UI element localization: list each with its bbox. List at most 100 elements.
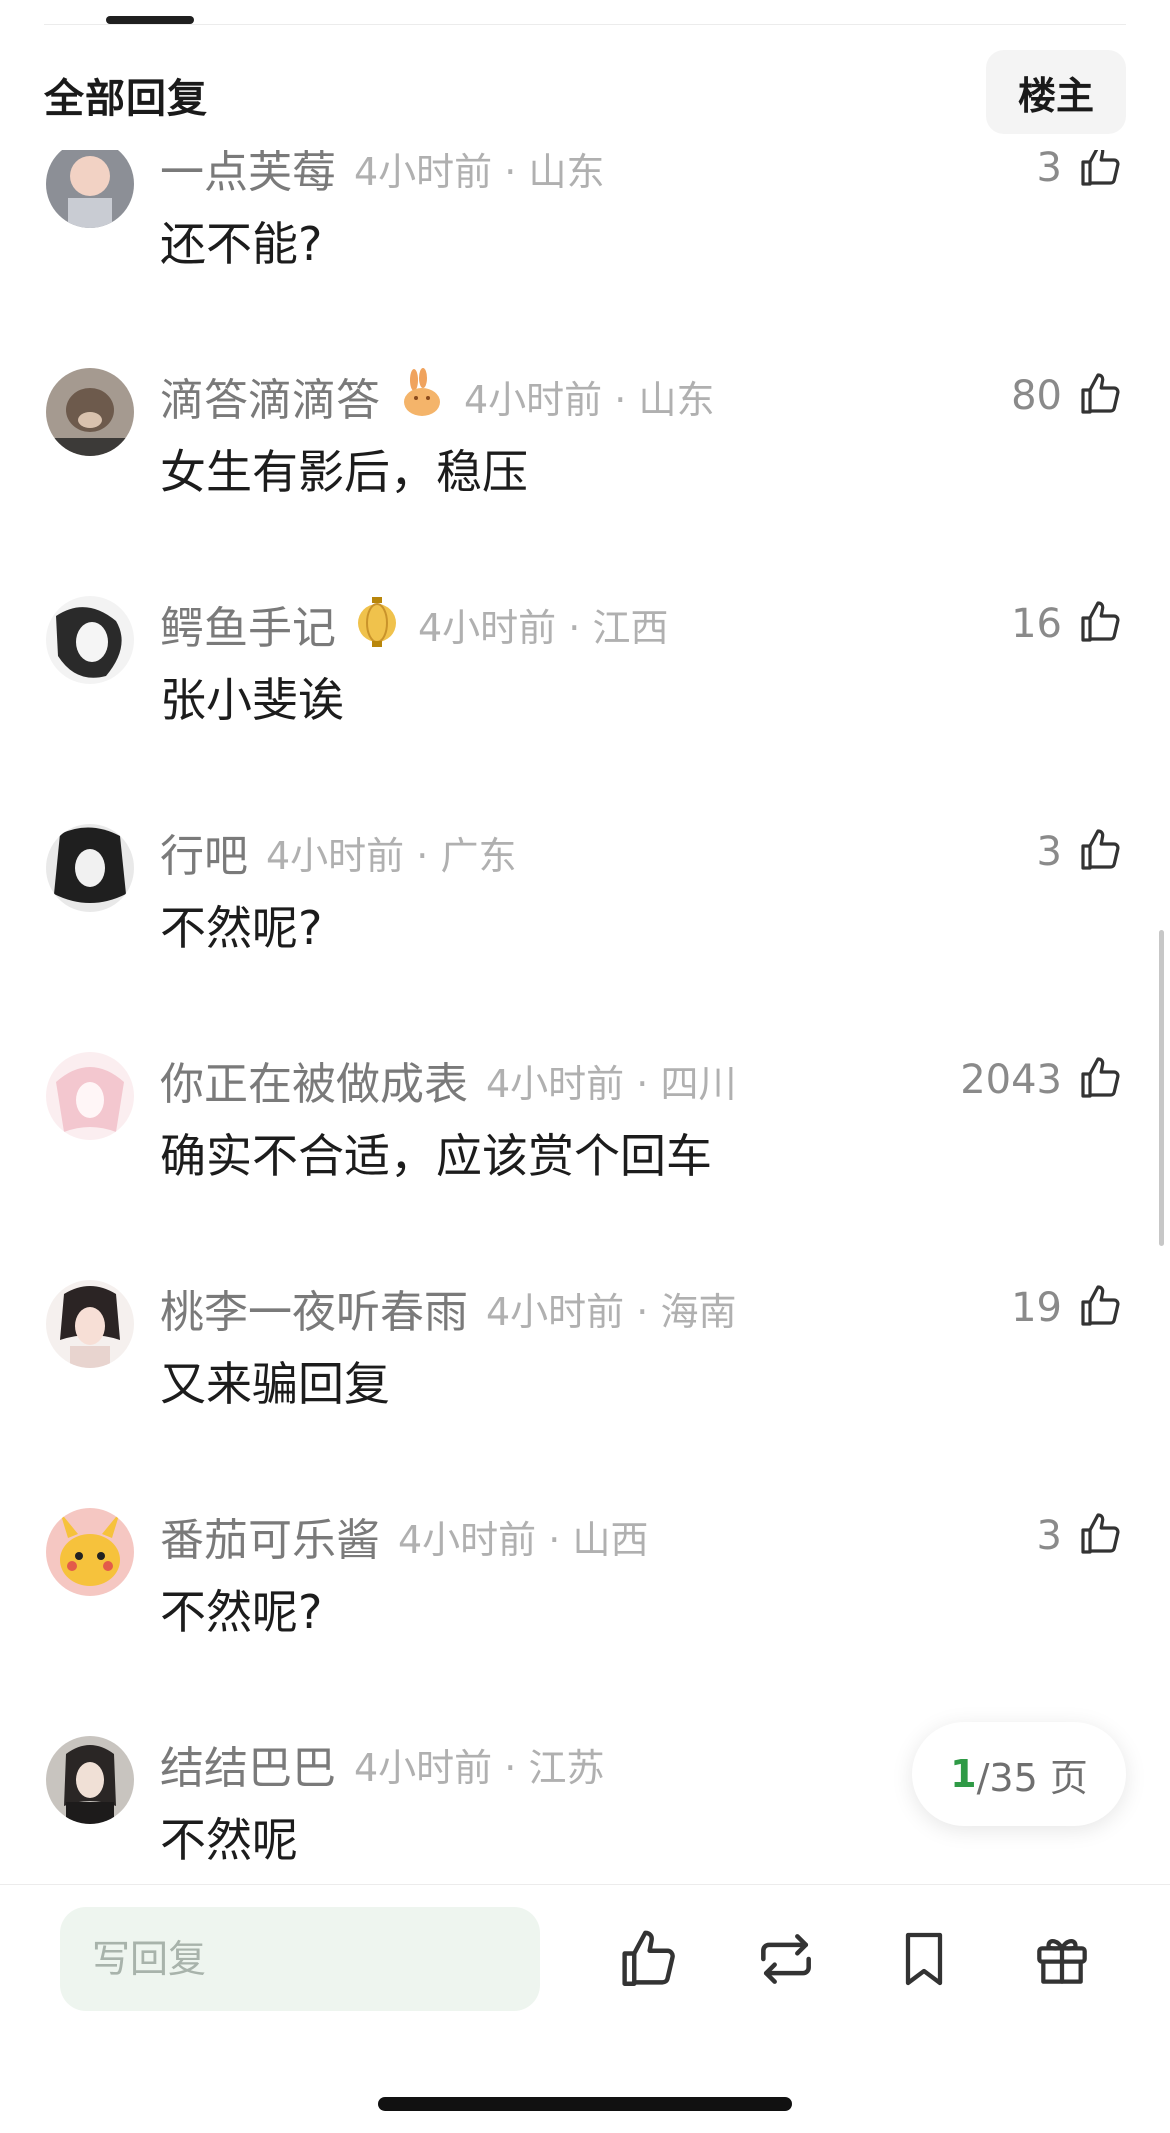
user-badge	[354, 597, 400, 651]
like-button[interactable]	[612, 1923, 684, 1995]
thumbs-up-icon	[1076, 150, 1124, 194]
like-count: 3	[1036, 829, 1062, 875]
thumbs-up-icon	[1076, 1054, 1124, 1106]
thumbs-up-icon	[1076, 1282, 1124, 1334]
separator-dot: ·	[624, 1289, 661, 1334]
comment-item[interactable]: 一点芙莓 4小时前 · 山东 还不能? 3	[0, 150, 1170, 348]
comment-meta: 结结巴巴 4小时前 · 江苏	[160, 1734, 604, 1794]
divider	[44, 24, 1126, 25]
comment-text: 不然呢	[160, 1813, 298, 1867]
scrollbar[interactable]	[1159, 930, 1164, 1246]
lantern-badge-icon	[358, 597, 396, 647]
tab-indicator	[106, 16, 194, 24]
avatar[interactable]	[46, 824, 134, 912]
comment-text: 又来骗回复	[160, 1357, 390, 1411]
page-total: /35 页	[976, 1755, 1088, 1800]
comment-like-button[interactable]: 3	[1037, 1506, 1124, 1566]
comment-meta: 桃李一夜听春雨 4小时前 · 海南	[160, 1278, 736, 1338]
comment-like-button[interactable]: 19	[1011, 1278, 1124, 1338]
comment-time: 4小时前	[266, 833, 405, 878]
username[interactable]: 行吧	[160, 820, 248, 884]
avatar[interactable]	[46, 150, 134, 228]
like-count: 19	[1011, 1285, 1062, 1331]
separator-dot: ·	[404, 833, 441, 878]
avatar[interactable]	[46, 1508, 134, 1596]
comment-meta: 滴答滴滴答 4小时前 · 山东	[160, 366, 714, 426]
comment-item[interactable]: 行吧 4小时前 · 广东不然呢? 3	[0, 804, 1170, 1032]
gift-icon	[1037, 1939, 1087, 1984]
comment-list-viewport[interactable]: 一点芙莓 4小时前 · 山东 还不能? 3 滴答滴滴答 4小时前 · 山东 女生有影后，稳压…	[0, 150, 1170, 1884]
avatar[interactable]	[46, 596, 134, 684]
comment-location: 江苏	[528, 1745, 605, 1790]
comment-item[interactable]: 鳄鱼手记 4小时前 · 江西张小斐诶 16	[0, 576, 1170, 804]
username[interactable]: 你正在被做成表	[160, 1048, 468, 1112]
avatar[interactable]	[46, 1736, 134, 1824]
bottom-action-bar	[0, 1884, 1170, 2133]
separator-dot: ·	[556, 605, 593, 650]
comment-like-button[interactable]: 2043	[960, 1050, 1124, 1110]
comment-text: 确实不合适，应该赏个回车	[160, 1129, 712, 1183]
page-indicator[interactable]: 1/35 页	[912, 1722, 1126, 1826]
avatar[interactable]	[46, 1052, 134, 1140]
rabbit-badge-icon	[404, 368, 440, 416]
time-location: 4小时前 · 山东	[464, 369, 714, 424]
comment-item[interactable]: 桃李一夜听春雨 4小时前 · 海南又来骗回复 19	[0, 1260, 1170, 1488]
comment-time: 4小时前	[398, 1517, 537, 1562]
username[interactable]: 桃李一夜听春雨	[160, 1276, 468, 1340]
comment-item[interactable]: 滴答滴滴答 4小时前 · 山东 女生有影后，稳压 80	[0, 348, 1170, 576]
comment-time: 4小时前	[418, 605, 557, 650]
comment-time: 4小时前	[486, 1061, 625, 1106]
separator-dot: ·	[492, 150, 529, 194]
thumbs-up-icon	[622, 1930, 675, 1986]
separator-dot: ·	[492, 1745, 529, 1790]
comment-like-button[interactable]: 16	[1011, 594, 1124, 654]
comment-meta: 鳄鱼手记 4小时前 · 江西	[160, 594, 668, 654]
time-location: 4小时前 · 江苏	[354, 1737, 604, 1792]
thumbs-up-icon	[1076, 826, 1124, 878]
comment-item[interactable]: 番茄可乐酱 4小时前 · 山西 不然呢? 3	[0, 1488, 1170, 1716]
comment-time: 4小时前	[354, 1745, 493, 1790]
comment-like-button[interactable]: 3	[1037, 150, 1124, 198]
thumbs-up-icon	[1076, 598, 1124, 650]
comment-location: 山西	[572, 1517, 649, 1562]
username[interactable]: 番茄可乐酱	[160, 1504, 380, 1568]
gift-button[interactable]	[1026, 1923, 1098, 1995]
bookmark-button[interactable]	[888, 1923, 960, 1995]
comment-text: 不然呢?	[160, 901, 323, 955]
comment-location: 山东	[638, 377, 715, 422]
page-current: 1	[950, 1752, 977, 1796]
username[interactable]: 一点芙莓	[160, 150, 336, 200]
like-count: 3	[1036, 150, 1062, 191]
thumbs-up-icon	[1076, 1510, 1124, 1562]
comment-meta: 你正在被做成表 4小时前 · 四川	[160, 1050, 736, 1110]
comment-list: 一点芙莓 4小时前 · 山东 还不能? 3 滴答滴滴答 4小时前 · 山东 女生有影后，稳压…	[0, 150, 1170, 1884]
reply-input[interactable]	[60, 1907, 540, 2011]
like-count: 16	[1011, 601, 1062, 647]
comment-text: 不然呢?	[160, 1585, 323, 1639]
separator-dot: ·	[602, 377, 639, 422]
home-indicator	[378, 2097, 792, 2111]
time-location: 4小时前 · 广东	[266, 825, 516, 880]
avatar[interactable]	[46, 1280, 134, 1368]
user-badge	[398, 368, 446, 424]
time-location: 4小时前 · 江西	[418, 597, 668, 652]
comment-time: 4小时前	[354, 150, 493, 194]
op-only-button[interactable]: 楼主	[986, 50, 1126, 134]
avatar[interactable]	[46, 368, 134, 456]
username[interactable]: 滴答滴滴答	[160, 364, 380, 428]
comment-item[interactable]: 你正在被做成表 4小时前 · 四川 确实不合适，应该赏个回车 2043	[0, 1032, 1170, 1260]
comment-text: 张小斐诶	[160, 673, 344, 727]
comment-meta: 一点芙莓 4小时前 · 山东	[160, 150, 604, 198]
comment-like-button[interactable]: 80	[1011, 366, 1124, 426]
username[interactable]: 鳄鱼手记	[160, 592, 336, 656]
username[interactable]: 结结巴巴	[160, 1732, 336, 1796]
comment-location: 江西	[592, 605, 669, 650]
repost-button[interactable]	[750, 1923, 822, 1995]
comment-location: 海南	[660, 1289, 737, 1334]
comment-like-button[interactable]: 3	[1037, 822, 1124, 882]
separator-dot: ·	[624, 1061, 661, 1106]
comment-time: 4小时前	[486, 1289, 625, 1334]
comment-location: 山东	[528, 150, 605, 194]
time-location: 4小时前 · 山东	[354, 150, 604, 196]
comment-text: 还不能?	[160, 217, 323, 271]
